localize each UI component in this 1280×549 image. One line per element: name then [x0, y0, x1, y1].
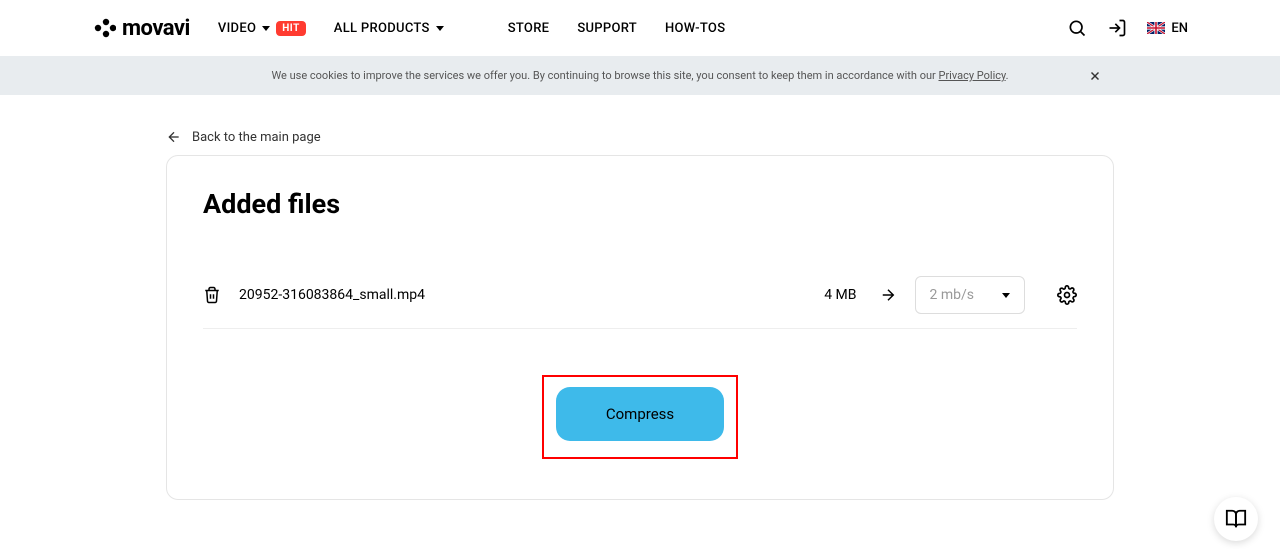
- nav-support[interactable]: SUPPORT: [577, 21, 637, 36]
- chevron-down-icon: [1002, 293, 1010, 298]
- highlight-box: Compress: [542, 375, 738, 459]
- language-selector[interactable]: EN: [1147, 21, 1188, 36]
- arrow-right-icon: [879, 286, 897, 304]
- card-title: Added files: [203, 188, 1077, 220]
- close-icon[interactable]: [1088, 69, 1102, 83]
- nav-store[interactable]: STORE: [508, 21, 550, 36]
- uk-flag-icon: [1147, 22, 1165, 34]
- chevron-down-icon: [436, 26, 444, 31]
- nav-video[interactable]: VIDEO HIT: [218, 21, 306, 36]
- nav-all-products-label: ALL PRODUCTS: [334, 21, 430, 36]
- brand-logo[interactable]: movavi: [92, 16, 190, 41]
- file-row: 20952-316083864_small.mp4 4 MB 2 mb/s: [203, 262, 1077, 329]
- search-icon[interactable]: [1067, 18, 1087, 38]
- added-files-card: Added files 20952-316083864_small.mp4 4 …: [166, 155, 1114, 500]
- back-link[interactable]: Back to the main page: [166, 129, 1114, 145]
- compress-button[interactable]: Compress: [556, 387, 724, 441]
- gear-icon[interactable]: [1057, 285, 1077, 305]
- book-icon: [1225, 508, 1247, 530]
- cookie-banner: We use cookies to improve the services w…: [0, 56, 1280, 95]
- arrow-left-icon: [166, 129, 182, 145]
- file-size: 4 MB: [824, 287, 856, 303]
- help-fab[interactable]: [1214, 497, 1258, 541]
- nav-all-products[interactable]: ALL PRODUCTS: [334, 21, 444, 36]
- movavi-logo-icon: [92, 16, 116, 40]
- privacy-policy-link[interactable]: Privacy Policy: [939, 69, 1006, 82]
- login-icon[interactable]: [1107, 18, 1127, 38]
- file-name: 20952-316083864_small.mp4: [239, 287, 806, 303]
- main-content: Back to the main page Added files 20952-…: [0, 95, 1280, 500]
- trash-icon[interactable]: [203, 286, 221, 304]
- nav-video-label: VIDEO: [218, 21, 256, 36]
- lang-label: EN: [1171, 21, 1188, 36]
- cookie-text: We use cookies to improve the services w…: [271, 69, 1008, 82]
- header-right: EN: [1067, 18, 1188, 38]
- hit-badge: HIT: [276, 21, 306, 36]
- nav-howtos[interactable]: HOW-TOS: [665, 21, 725, 36]
- compress-section: Compress: [203, 375, 1077, 459]
- bitrate-selected: 2 mb/s: [930, 287, 974, 303]
- chevron-down-icon: [262, 26, 270, 31]
- main-nav: VIDEO HIT ALL PRODUCTS STORE SUPPORT HOW…: [218, 21, 726, 36]
- bitrate-select[interactable]: 2 mb/s: [915, 276, 1025, 314]
- site-header: movavi VIDEO HIT ALL PRODUCTS STORE SUPP…: [0, 0, 1280, 56]
- back-link-label: Back to the main page: [192, 130, 321, 145]
- brand-name: movavi: [122, 16, 190, 41]
